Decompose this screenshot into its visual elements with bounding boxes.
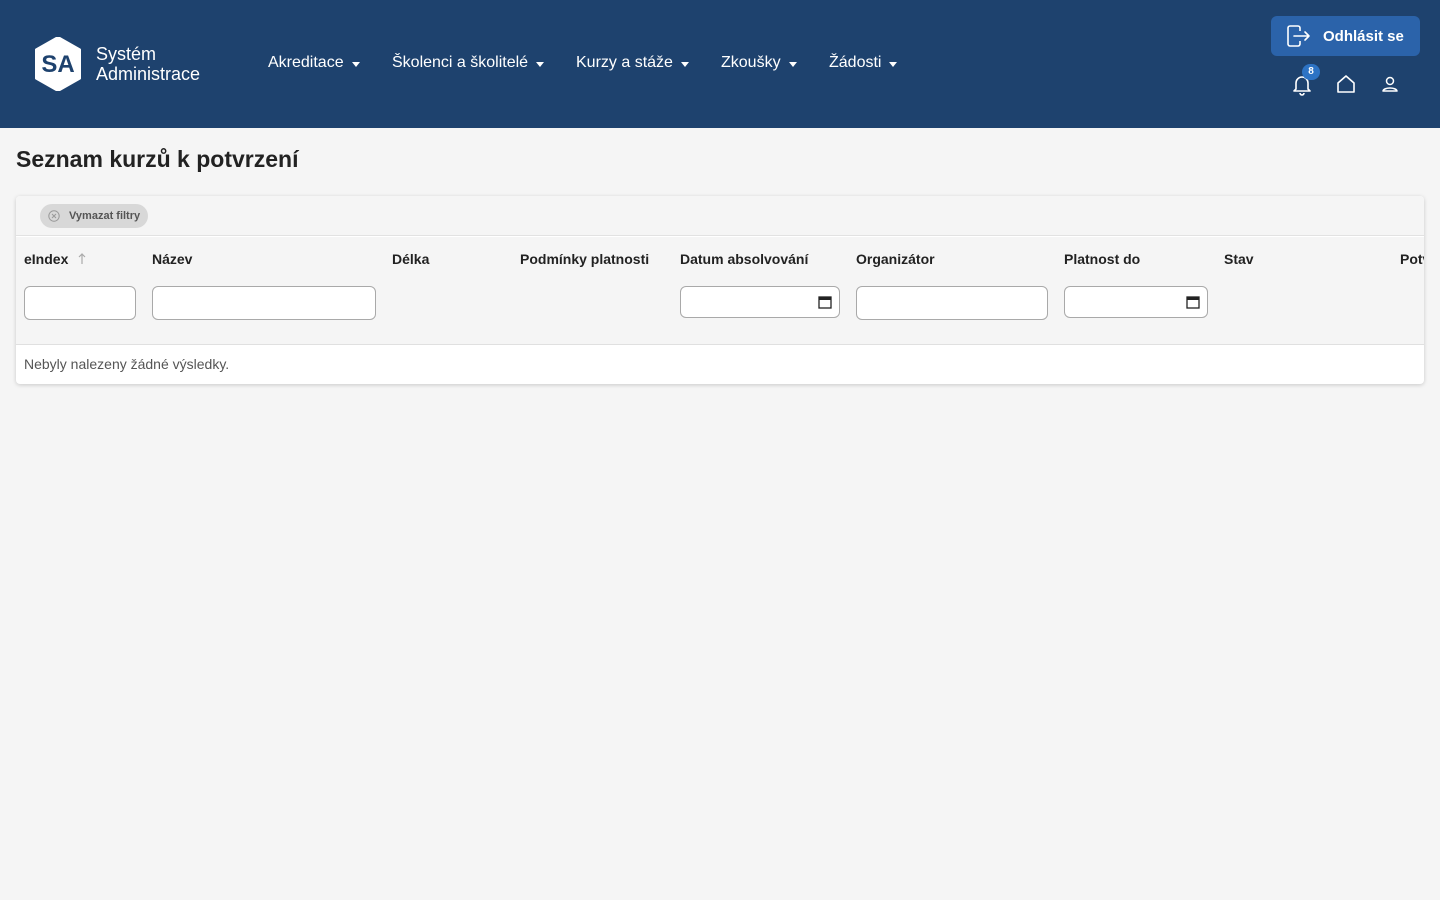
caret-down-icon <box>536 61 545 67</box>
brand-name[interactable]: Systém Administrace <box>96 44 200 84</box>
logout-icon <box>1287 25 1310 47</box>
logo[interactable]: SA <box>34 37 82 91</box>
notification-badge: 8 <box>1302 64 1320 80</box>
clear-circle-icon <box>48 210 60 222</box>
menu-zkousky[interactable]: Zkoušky <box>721 52 797 74</box>
clear-filters-label: Vymazat filtry <box>69 210 141 222</box>
column-header-nazev[interactable]: Název <box>152 251 192 267</box>
page-title: Seznam kurzů k potvrzení <box>16 146 299 172</box>
courses-table-card: Vymazat filtry eIndex Název Délka Podmín… <box>16 196 1424 384</box>
menu-kurzy[interactable]: Kurzy a stáže <box>576 52 689 74</box>
menu-zadosti[interactable]: Žádosti <box>829 52 898 74</box>
empty-results-message: Nebyly nalezeny žádné výsledky. <box>24 356 230 372</box>
logout-button[interactable]: Odhlásit se <box>1271 16 1420 56</box>
logout-label: Odhlásit se <box>1323 27 1404 45</box>
caret-down-icon <box>889 61 898 67</box>
home-button[interactable] <box>1334 72 1358 96</box>
calendar-icon[interactable] <box>1186 295 1200 309</box>
notifications-button[interactable]: 8 <box>1290 64 1320 96</box>
sort-ascending-icon <box>78 253 86 264</box>
menu-label: Zkoušky <box>721 54 781 71</box>
column-header-datum-absolvovani[interactable]: Datum absolvování <box>680 251 808 267</box>
table-header: eIndex Název Délka Podmínky platnosti Da… <box>16 237 1424 345</box>
column-header-podminky-platnosti[interactable]: Podmínky platnosti <box>520 251 649 267</box>
nazev-filter-input[interactable] <box>152 286 376 320</box>
home-icon <box>1337 75 1355 93</box>
menu-skolenci[interactable]: Školenci a školitelé <box>392 52 545 74</box>
menu-label: Kurzy a stáže <box>576 54 673 71</box>
column-header-eindex[interactable]: eIndex <box>24 251 86 267</box>
menu-label: Žádosti <box>829 54 882 71</box>
logo-text: SA <box>41 51 74 78</box>
column-header-platnost-do[interactable]: Platnost do <box>1064 251 1140 267</box>
column-header-potvrzeni[interactable]: Potv <box>1400 251 1424 267</box>
column-header-delka[interactable]: Délka <box>392 251 429 267</box>
menu-akreditace[interactable]: Akreditace <box>268 52 360 74</box>
column-header-stav[interactable]: Stav <box>1224 251 1254 267</box>
caret-down-icon <box>788 61 797 67</box>
caret-down-icon <box>351 61 360 67</box>
organizator-filter-input[interactable] <box>856 286 1048 320</box>
clear-filters-button[interactable]: Vymazat filtry <box>40 204 149 228</box>
user-profile-button[interactable] <box>1378 72 1402 96</box>
eindex-filter-input[interactable] <box>24 286 136 320</box>
column-header-organizator[interactable]: Organizátor <box>856 251 935 267</box>
logo-hexagon-icon: SA <box>35 37 81 91</box>
filter-toolbar: Vymazat filtry <box>16 196 1424 236</box>
menu-label: Akreditace <box>268 54 344 71</box>
datum-absolvovani-filter-input[interactable] <box>680 286 840 318</box>
column-label: eIndex <box>24 251 69 267</box>
menu-label: Školenci a školitelé <box>392 54 529 71</box>
calendar-icon[interactable] <box>818 295 832 309</box>
platnost-do-filter-input[interactable] <box>1064 286 1208 318</box>
user-icon <box>1382 76 1398 92</box>
caret-down-icon <box>680 61 689 67</box>
top-navbar: SA Systém Administrace Akreditace Školen… <box>0 0 1440 128</box>
brand-line-1: Systém <box>96 44 157 64</box>
brand-line-2: Administrace <box>96 64 201 84</box>
